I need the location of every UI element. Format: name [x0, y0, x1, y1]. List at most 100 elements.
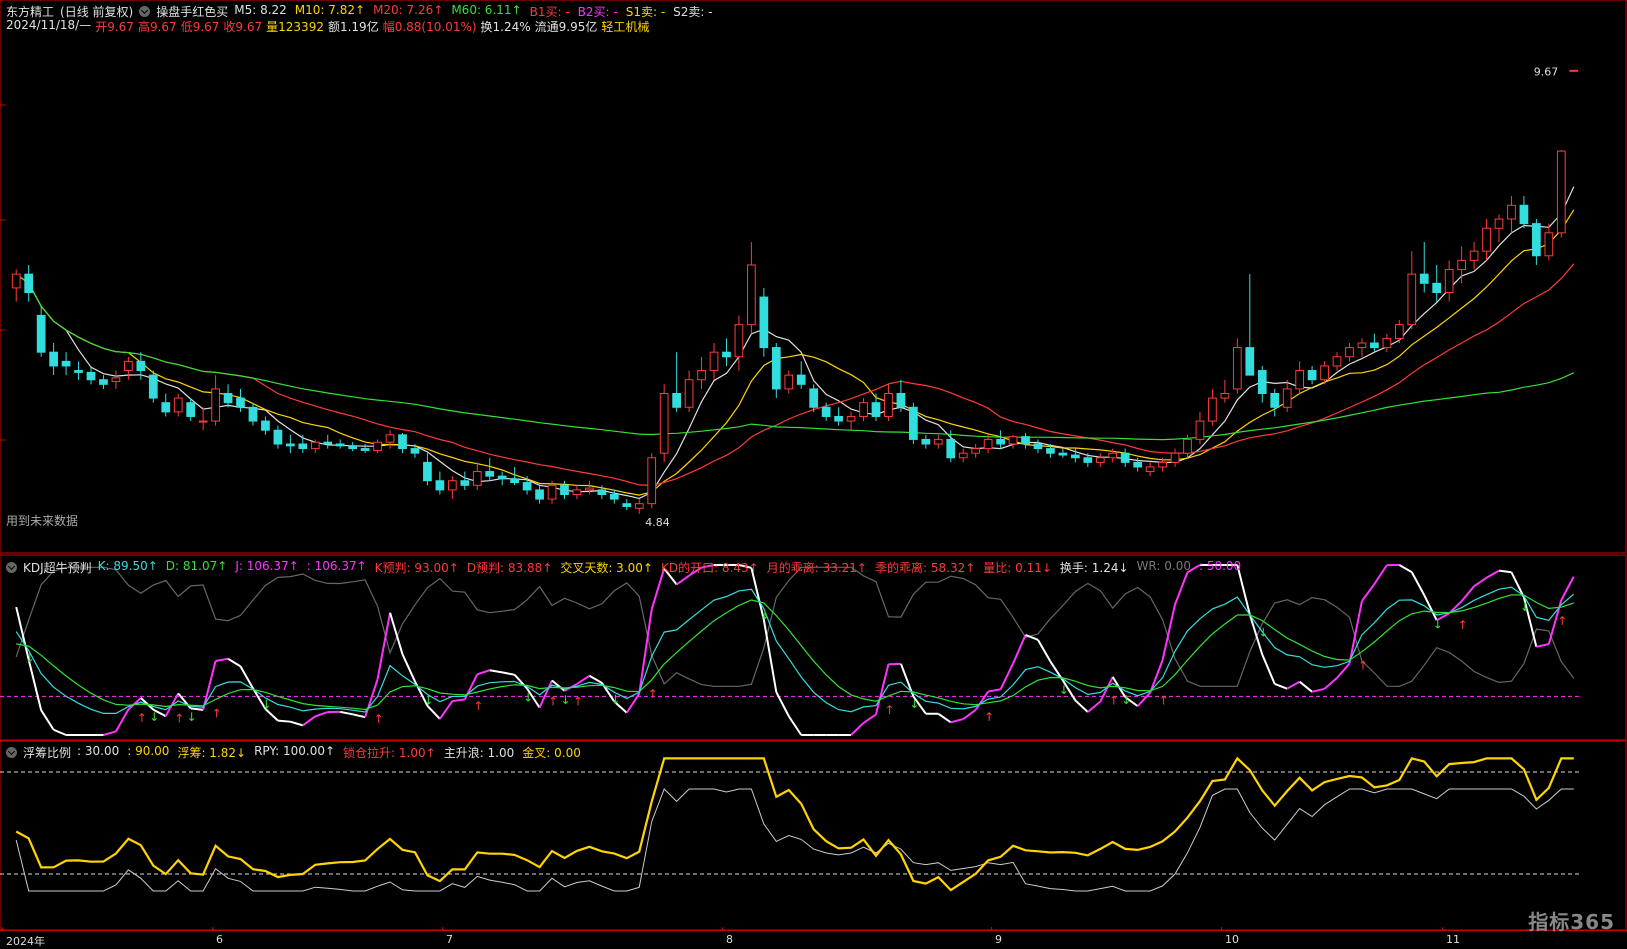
brand-logo: 指标365	[1528, 906, 1615, 935]
candle-body	[1333, 357, 1341, 366]
kdj-item-6: 交叉天数: 3.00↑	[560, 559, 653, 576]
kdj-item-1: D: 81.07↑	[166, 559, 228, 576]
candle-body	[174, 398, 182, 412]
candle-body	[274, 430, 282, 444]
kdj-panel-frame	[0, 555, 1626, 740]
candle-body	[648, 458, 656, 504]
j-segment	[340, 712, 352, 714]
candle-body	[1034, 444, 1042, 449]
candle-body	[75, 371, 83, 373]
candle-body	[187, 403, 195, 417]
j-segment	[589, 676, 601, 683]
chip-panel-frame	[0, 741, 1626, 930]
candle-body	[1296, 371, 1304, 389]
kdj-item-7: KD的开口: 8.43↑	[661, 559, 759, 576]
candle-body	[1358, 343, 1366, 348]
candle-body	[1134, 462, 1142, 467]
candle-body	[374, 442, 382, 450]
sell-arrow: ↓	[523, 690, 533, 704]
candle-body	[723, 352, 731, 357]
candle-body	[424, 462, 432, 480]
candle-body	[137, 361, 145, 370]
candle-body	[1059, 453, 1067, 455]
candle-body	[1159, 462, 1167, 467]
chip-title[interactable]: 浮筹比例	[23, 744, 71, 761]
candle-body	[199, 421, 207, 422]
rpy-line	[16, 789, 1574, 891]
kdj-title[interactable]: KDJ超牛预判	[23, 559, 92, 576]
j-segment	[1088, 702, 1100, 712]
j-segment	[490, 670, 502, 672]
j-segment	[764, 620, 776, 692]
sell-arrow: ↓	[1059, 683, 1069, 697]
axis-label-4: 9	[995, 933, 1002, 946]
j-segment	[776, 692, 788, 716]
j-segment	[1511, 572, 1523, 597]
candle-body	[224, 394, 232, 403]
candle-body	[1495, 219, 1503, 228]
candle-body	[1121, 453, 1129, 462]
candle-body	[910, 407, 918, 439]
candle-body	[511, 479, 519, 483]
candle-body	[897, 394, 905, 408]
buy-arrow: ↑	[212, 706, 222, 720]
price-chart[interactable]: 9.674.84↓↑↓↑↓↑↓↑↓↑↓↑↓↑↓↑↓↑↓↑↓↑↓↑↓↑↓↑↓↑	[0, 0, 1627, 948]
j-segment	[864, 714, 876, 722]
j-segment	[427, 706, 439, 719]
candle-body	[37, 315, 45, 352]
chip-dropdown-icon[interactable]	[6, 747, 17, 758]
candle-body	[162, 403, 170, 412]
sell-arrow: ↓	[1121, 693, 1131, 707]
candle-body	[610, 495, 618, 500]
candle-body	[411, 449, 419, 454]
j-segment	[1275, 684, 1287, 689]
candle-body	[125, 361, 133, 370]
chip-item-2: 浮筹: 1.82↓	[177, 744, 246, 761]
candle-body	[1071, 455, 1079, 458]
j-segment	[54, 730, 66, 735]
sell-arrow: ↓	[909, 697, 919, 711]
buy-arrow: ↑	[1109, 693, 1119, 707]
candle-body	[448, 481, 456, 490]
candle-body	[12, 274, 20, 288]
candle-body	[1520, 205, 1528, 223]
buy-arrow: ↑	[1159, 693, 1169, 707]
j-segment	[315, 712, 327, 716]
candle-body	[772, 348, 780, 389]
j-segment	[1262, 655, 1274, 684]
candle-body	[872, 403, 880, 417]
kdj-dropdown-icon[interactable]	[6, 562, 17, 573]
axis-label-1: 6	[216, 933, 223, 946]
j-segment	[1374, 565, 1386, 584]
candle-body	[822, 407, 830, 416]
j-segment	[1287, 682, 1299, 689]
candle-body	[922, 439, 930, 444]
buy-arrow: ↑	[984, 710, 994, 724]
j-segment	[1462, 586, 1474, 601]
candle-body	[598, 490, 606, 495]
buy-arrow: ↑	[174, 712, 184, 726]
j-segment	[1536, 644, 1548, 647]
kdj-item-13: : 50.00	[1199, 559, 1241, 576]
kdj-item-3: : 106.37↑	[307, 559, 367, 576]
candle-body	[1533, 224, 1541, 256]
candle-body	[1508, 205, 1516, 219]
j-segment	[303, 716, 315, 725]
candle-body	[1184, 439, 1192, 453]
j-segment	[228, 659, 240, 667]
buy-arrow: ↑	[1458, 618, 1468, 632]
candle-body	[486, 472, 494, 477]
candle-body	[748, 265, 756, 325]
chip-item-4: 锁仓拉升: 1.00↑	[343, 744, 436, 761]
candle-body	[1483, 228, 1491, 251]
j-segment	[851, 723, 863, 735]
candle-body	[237, 398, 245, 407]
candle-body	[972, 449, 980, 454]
candle-body	[1371, 343, 1379, 348]
kdj-item-4: K预判: 93.00↑	[375, 559, 459, 576]
candle-body	[1047, 449, 1055, 454]
j-segment	[1075, 700, 1087, 712]
kdj-item-9: 季的乖离: 58.32↑	[875, 559, 975, 576]
candle-body	[1395, 325, 1403, 339]
j-segment	[1001, 664, 1013, 690]
